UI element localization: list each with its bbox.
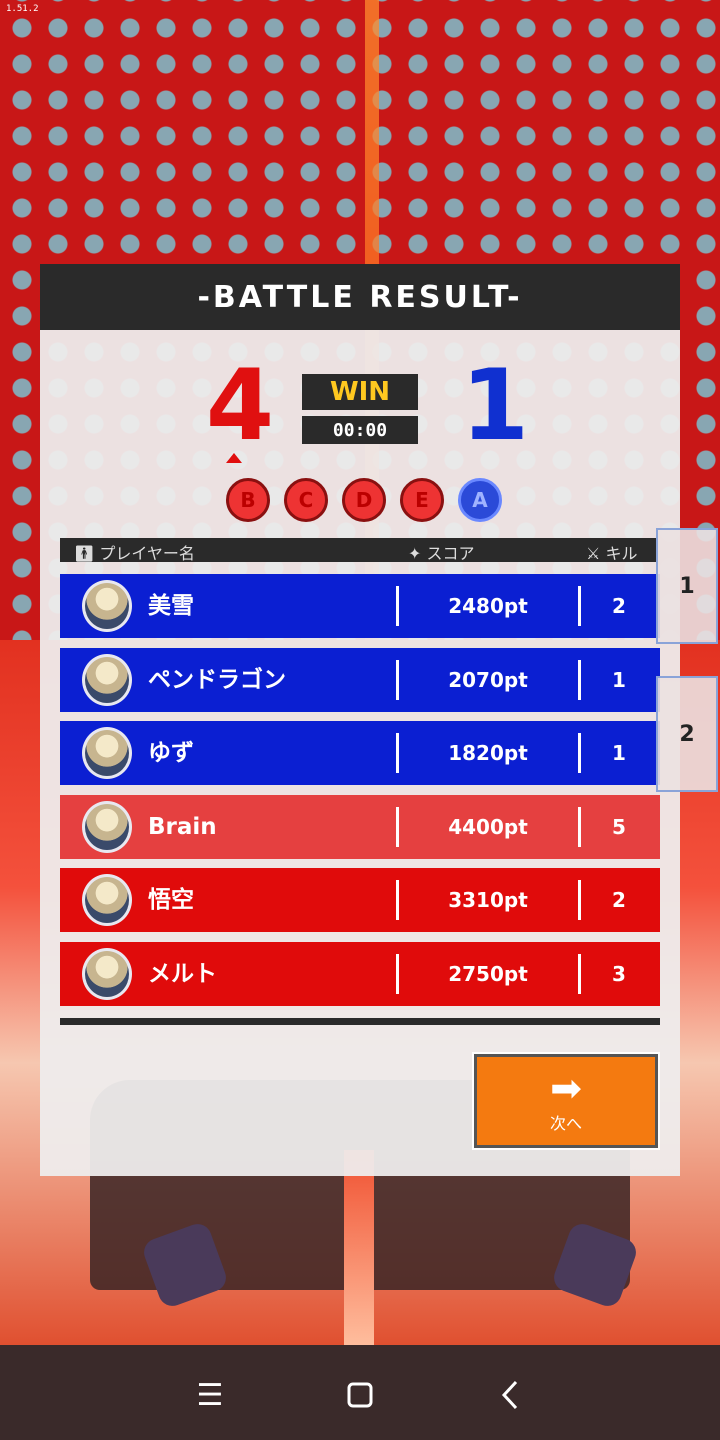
- round-markers: B C D E A: [226, 478, 502, 524]
- player-kills: 2: [612, 888, 626, 913]
- column-player: 🚹︎ プレイヤー名: [74, 544, 195, 563]
- column-kill-label: キル: [605, 544, 638, 563]
- player-name: 悟空: [148, 887, 194, 914]
- panel-title: -BATTLE RESULT-: [197, 279, 523, 315]
- column-player-label: プレイヤー名: [99, 544, 195, 563]
- player-name: ゆず: [148, 740, 194, 767]
- player-row[interactable]: 美雪 2480pt 2: [60, 574, 660, 638]
- player-list: 美雪 2480pt 2 ペンドラゴン 2070pt 1 ゆず 1820pt 1 …: [60, 574, 660, 1016]
- divider: [578, 806, 581, 847]
- player-name: ペンドラゴン: [148, 666, 286, 693]
- divider: [396, 953, 399, 994]
- player-kills: 3: [612, 961, 626, 986]
- home-icon[interactable]: [340, 1375, 380, 1415]
- divider: [396, 586, 399, 626]
- player-kills: 1: [612, 667, 626, 692]
- red-team-marker-icon: [226, 453, 242, 463]
- avatar: [82, 874, 132, 927]
- avatar: [82, 947, 132, 1000]
- player-score: 2750pt: [448, 961, 528, 986]
- column-kill: ⚔ キル: [586, 544, 638, 563]
- player-row[interactable]: ゆず 1820pt 1: [60, 721, 660, 786]
- back-icon[interactable]: [490, 1375, 530, 1415]
- blue-team-score: 1: [460, 349, 530, 463]
- player-score: 1820pt: [448, 741, 528, 766]
- player-name: Brain: [148, 813, 217, 840]
- round-marker: A: [458, 478, 502, 522]
- round-marker: C: [284, 478, 328, 522]
- side-tab-2[interactable]: 2: [656, 676, 718, 792]
- avatar: [82, 653, 132, 706]
- arrow-right-icon: ➡: [550, 1066, 582, 1110]
- column-header: 🚹︎ プレイヤー名 ✦ スコア ⚔ キル: [60, 538, 656, 563]
- player-score: 4400pt: [448, 814, 528, 839]
- next-button-label: 次へ: [549, 1114, 582, 1133]
- column-score: ✦ スコア: [408, 544, 475, 563]
- result-badge: WIN: [302, 374, 418, 410]
- divider: [578, 733, 581, 774]
- divider: [396, 880, 399, 921]
- divider: [396, 733, 399, 774]
- player-score: 2480pt: [448, 594, 528, 618]
- system-nav-bar: ☰: [0, 1345, 720, 1440]
- player-kills: 2: [612, 594, 626, 618]
- round-marker: B: [226, 478, 270, 522]
- player-kills: 5: [612, 814, 626, 839]
- divider: [578, 953, 581, 994]
- avatar: [82, 727, 132, 780]
- player-score: 2070pt: [448, 667, 528, 692]
- round-marker: E: [400, 478, 444, 522]
- panel-header: -BATTLE RESULT-: [40, 264, 680, 330]
- player-name: 美雪: [148, 593, 194, 619]
- player-row[interactable]: 悟空 3310pt 2: [60, 868, 660, 933]
- battle-result-panel: -BATTLE RESULT- 4 WIN 00:00 1 B C D E A …: [40, 264, 680, 1176]
- divider: [396, 806, 399, 847]
- round-marker: D: [342, 478, 386, 522]
- menu-icon[interactable]: ☰: [190, 1375, 230, 1415]
- version-label: 1.51.2: [6, 4, 39, 14]
- player-kills: 1: [612, 741, 626, 766]
- panel-divider: [60, 1018, 660, 1025]
- player-score: 3310pt: [448, 888, 528, 913]
- match-timer: 00:00: [302, 416, 418, 444]
- divider: [578, 586, 581, 626]
- divider: [578, 659, 581, 700]
- side-tab-1[interactable]: 1: [656, 528, 718, 644]
- player-row[interactable]: メルト 2750pt 3: [60, 941, 660, 1006]
- player-name: メルト: [148, 960, 217, 987]
- red-team-score: 4: [205, 349, 275, 463]
- player-row[interactable]: ペンドラゴン 2070pt 1: [60, 647, 660, 712]
- divider: [396, 659, 399, 700]
- background-pillar: [344, 1150, 374, 1350]
- column-score-label: スコア: [426, 544, 475, 563]
- avatar: [82, 580, 132, 632]
- avatar: [82, 800, 132, 853]
- next-button[interactable]: ➡ 次へ: [472, 1052, 660, 1150]
- divider: [578, 880, 581, 921]
- player-row[interactable]: Brain 4400pt 5: [60, 794, 660, 859]
